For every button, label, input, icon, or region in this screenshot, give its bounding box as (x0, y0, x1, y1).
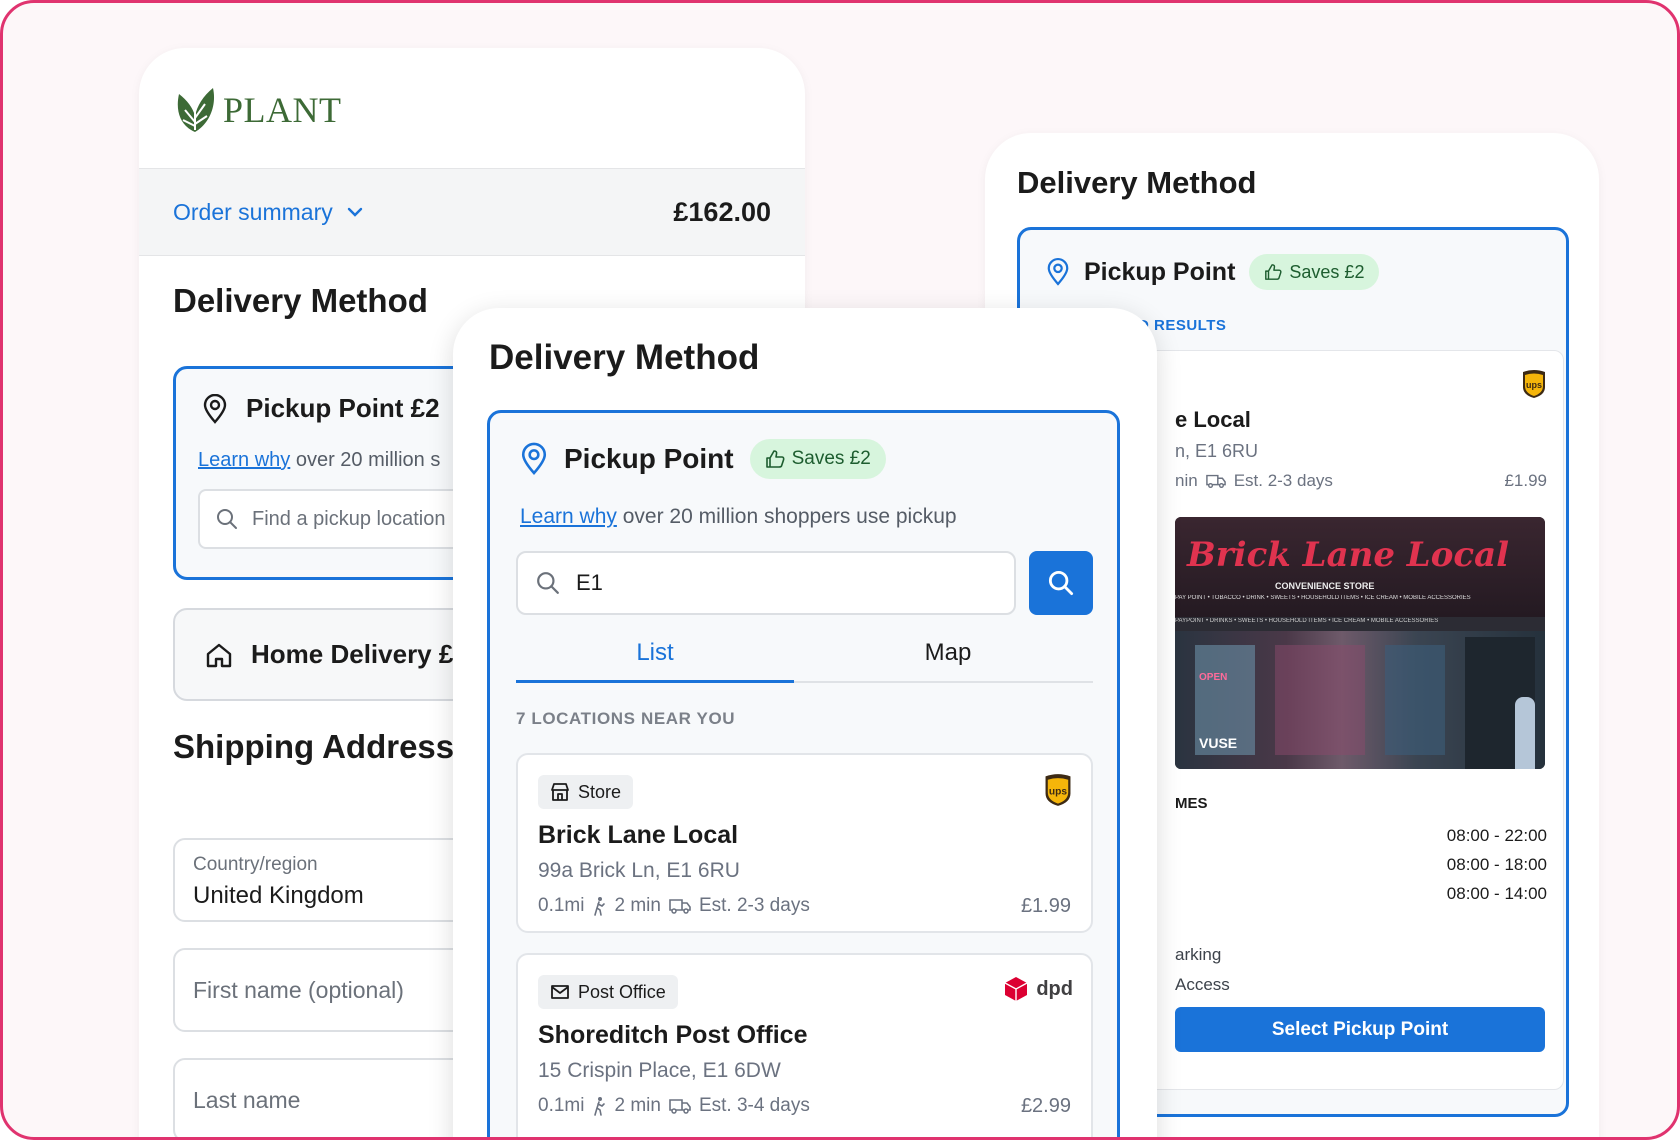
location-name: e Local (1175, 407, 1251, 432)
estimated-delivery: Est. 2-3 days (1233, 471, 1333, 490)
opening-time: 08:00 - 14:00 (1446, 884, 1547, 903)
pickup-point-label: Pickup Point (1084, 257, 1236, 286)
dpd-cube-icon (1005, 977, 1028, 1001)
pickup-list-panel: Delivery Method Pickup Point Saves £2 Le… (453, 308, 1157, 1137)
brand-logo[interactable]: PLANT (139, 48, 805, 168)
order-summary-label: Order summary (173, 198, 333, 225)
active-tab-indicator (516, 680, 794, 683)
location-name: Brick Lane Local (538, 821, 739, 849)
location-price: £1.99 (1020, 895, 1071, 917)
brand-name: PLANT (223, 90, 342, 130)
ups-logo-icon: ups (1523, 370, 1545, 398)
location-type-chip: Post Office (538, 975, 678, 1009)
location-address: n, E1 6RU (1175, 441, 1259, 461)
svg-text:ups: ups (1049, 787, 1067, 798)
ups-logo-icon: ups (1045, 774, 1071, 806)
chevron-down-icon (347, 207, 362, 217)
dpd-logo: dpd (1002, 975, 1073, 1003)
saves-badge-text: Saves £2 (1289, 261, 1365, 282)
location-distance: 0.1mi (538, 895, 585, 916)
location-type: Store (578, 781, 622, 802)
location-price: £1.99 (1504, 471, 1547, 490)
envelope-icon (551, 985, 569, 999)
home-icon (206, 643, 232, 667)
thumbs-up-icon (765, 450, 785, 468)
pickup-point-label: Pickup Point (564, 443, 734, 474)
pickup-search-placeholder: Find a pickup location (252, 507, 446, 530)
location-address: 15 Crispin Place, E1 6DW (538, 1059, 781, 1082)
feature-access: Access (1175, 975, 1230, 994)
location-card[interactable]: Post Office dpd Shoreditch Post Office 1… (516, 953, 1093, 1137)
delivery-method-title: Delivery Method (489, 338, 760, 377)
learn-why-link[interactable]: Learn why (520, 505, 617, 528)
location-type-chip: Store (538, 775, 634, 809)
map-pin-icon (203, 393, 227, 424)
location-card[interactable]: Store ups Brick Lane Local 99a Brick Ln,… (516, 753, 1093, 933)
walk-time: nin (1175, 471, 1198, 490)
location-address: 99a Brick Ln, E1 6RU (538, 859, 740, 882)
leaf-logo-icon (177, 88, 215, 132)
search-value: E1 (576, 570, 603, 595)
first-name-placeholder: First name (optional) (193, 976, 404, 1003)
pickup-point-option[interactable]: Pickup Point Saves £2 Learn why over 20 … (487, 410, 1120, 1137)
walk-time: 2 min (614, 1095, 661, 1116)
estimated-delivery: Est. 2-3 days (698, 895, 810, 916)
store-photo: Brick Lane Local CONVENIENCE STORE PAY P… (1175, 517, 1545, 769)
search-icon (1048, 570, 1074, 596)
store-sign-ticker-1: PAY POINT • TOBACCO • DRINK • SWEETS • H… (1175, 595, 1471, 601)
showcase-frame: PLANT Order summary £162.00 Delivery Met… (0, 0, 1680, 1140)
learn-why-link[interactable]: Learn why (198, 449, 290, 471)
store-sign-ticker-2: PAYPOINT • DRINKS • SWEETS • HOUSEHOLD I… (1175, 618, 1439, 624)
search-button[interactable] (1029, 551, 1093, 615)
search-icon (217, 509, 237, 529)
estimated-delivery: Est. 3-4 days (698, 1095, 810, 1116)
truck-icon (669, 899, 691, 914)
saves-badge-text: Saves £2 (791, 448, 871, 469)
store-open-sign: OPEN (1199, 672, 1228, 683)
delivery-method-title: Delivery Method (1017, 165, 1257, 200)
svg-text:ups: ups (1526, 380, 1542, 390)
select-pickup-point-button[interactable]: Select Pickup Point (1175, 1007, 1545, 1052)
order-total: £162.00 (673, 196, 771, 227)
order-summary-toggle[interactable]: Order summary (173, 199, 363, 226)
home-delivery-label: Home Delivery £ (251, 639, 454, 669)
opening-time: 08:00 - 22:00 (1446, 826, 1547, 845)
location-name: Shoreditch Post Office (538, 1021, 808, 1049)
last-name-placeholder: Last name (193, 1086, 301, 1113)
truck-icon (669, 1099, 691, 1114)
map-pin-icon (1047, 257, 1069, 286)
store-vuse-sign: VUSE (1199, 735, 1238, 751)
opening-time: 08:00 - 18:00 (1446, 855, 1547, 874)
location-type: Post Office (578, 981, 666, 1002)
tab-list[interactable]: List (516, 635, 794, 667)
learn-why-text: over 20 million s (295, 449, 441, 471)
learn-why-text: over 20 million shoppers use pickup (622, 505, 957, 528)
store-sign-text: Brick Lane Local (1187, 535, 1510, 575)
view-tabs: List Map (516, 635, 1093, 683)
walking-icon (594, 1097, 606, 1116)
thumbs-up-icon (1265, 264, 1282, 280)
locations-count: 7 LOCATIONS NEAR YOU (516, 709, 736, 728)
store-sign-sub: CONVENIENCE STORE (1275, 581, 1375, 591)
search-icon (537, 572, 559, 594)
walk-time: 2 min (614, 895, 661, 916)
opening-times-header: MES (1175, 795, 1208, 812)
map-pin-icon (521, 442, 547, 475)
location-price: £2.99 (1020, 1095, 1071, 1117)
opening-times-list: 08:00 - 22:00 08:00 - 18:00 08:00 - 14:0… (1447, 821, 1547, 908)
walking-icon (594, 897, 606, 916)
delivery-method-title: Delivery Method (173, 282, 428, 319)
feature-parking: arking (1175, 945, 1222, 964)
order-summary-bar[interactable]: Order summary £162.00 (139, 168, 805, 256)
shipping-address-title: Shipping Address (173, 728, 455, 765)
tab-map[interactable]: Map (804, 635, 1092, 667)
saves-badge: Saves £2 (1249, 254, 1380, 290)
saves-badge: Saves £2 (749, 439, 886, 479)
store-icon (551, 783, 569, 801)
pickup-search-input[interactable]: E1 (516, 551, 1016, 615)
truck-icon (1205, 474, 1226, 489)
pickup-point-label: Pickup Point £2 (246, 393, 440, 423)
carrier-name: dpd (1036, 977, 1073, 1000)
location-distance: 0.1mi (538, 1095, 585, 1116)
